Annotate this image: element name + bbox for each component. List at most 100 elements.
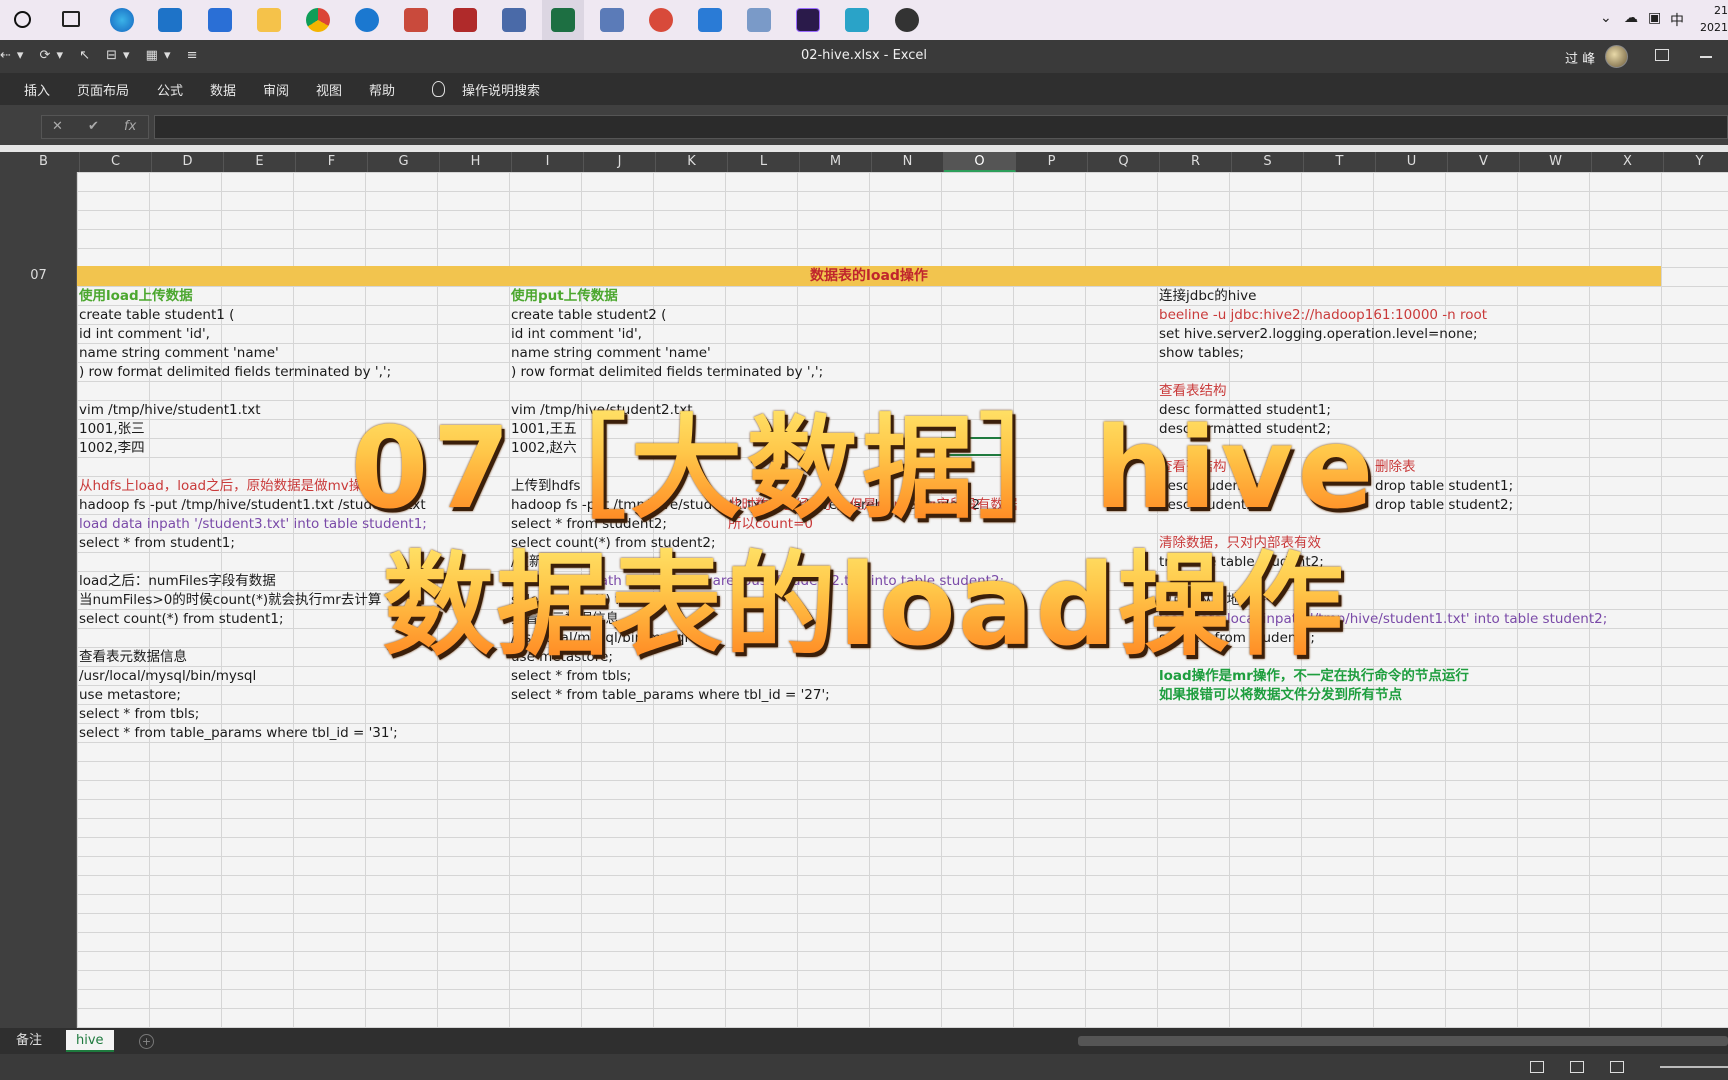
network-icon[interactable]: ▣ [1648, 10, 1661, 26]
column-header-f[interactable]: F [296, 152, 368, 172]
column-header-v[interactable]: V [1448, 152, 1520, 172]
column-header-o[interactable]: O [944, 152, 1016, 172]
column-header-h[interactable]: H [440, 152, 512, 172]
cell-text[interactable]: 连接jdbc的hive [1159, 287, 1256, 306]
column-header-p[interactable]: P [1016, 152, 1088, 172]
app-icon[interactable] [453, 8, 477, 32]
cell-text[interactable]: select * from table_params where tbl_id … [511, 686, 830, 705]
row-number[interactable]: 07 [0, 268, 77, 283]
cell-text[interactable]: name string comment 'name' [511, 344, 711, 363]
premiere-icon[interactable] [796, 8, 820, 32]
user-name[interactable]: 过 峰 [1565, 48, 1595, 67]
column-header-t[interactable]: T [1304, 152, 1376, 172]
cell-text[interactable]: select * from tbls; [79, 705, 199, 724]
page-layout-view-icon[interactable] [1570, 1061, 1584, 1073]
column-header-c[interactable]: C [80, 152, 152, 172]
column-header-m[interactable]: M [800, 152, 872, 172]
cell-text[interactable]: 使用put上传数据 [511, 287, 618, 306]
column-header-e[interactable]: E [224, 152, 296, 172]
app-icon[interactable] [698, 8, 722, 32]
chevron-up-icon[interactable]: ⌄ [1600, 10, 1612, 26]
teamviewer-icon[interactable] [355, 8, 379, 32]
clock-date: 2021 [1700, 21, 1728, 34]
horizontal-scrollbar[interactable] [1078, 1036, 1728, 1046]
insert-function-icon[interactable]: fx [124, 119, 136, 134]
ribbon-display-options-icon[interactable] [1655, 49, 1669, 61]
avatar[interactable] [1605, 45, 1628, 68]
tab-view[interactable]: 视图 [316, 80, 342, 99]
column-header-n[interactable]: N [872, 152, 944, 172]
column-header-r[interactable]: R [1160, 152, 1232, 172]
app-icon[interactable] [649, 8, 673, 32]
column-header-j[interactable]: J [584, 152, 656, 172]
cell-text[interactable]: beeline -u jdbc:hive2://hadoop161:10000 … [1159, 306, 1487, 325]
ime-indicator[interactable]: 中 [1670, 10, 1684, 30]
clock-time: 21 [1714, 4, 1728, 17]
status-bar [0, 1054, 1728, 1080]
file-explorer-icon[interactable] [257, 8, 281, 32]
start-icon[interactable] [14, 11, 31, 28]
cloud-icon[interactable]: ☁ [1624, 10, 1638, 26]
column-header-b[interactable]: B [8, 152, 80, 172]
app-icon[interactable] [502, 8, 526, 32]
excel-icon[interactable] [551, 8, 575, 32]
column-header-u[interactable]: U [1376, 152, 1448, 172]
add-sheet-icon[interactable]: + [139, 1034, 154, 1049]
column-header-i[interactable]: I [512, 152, 584, 172]
formula-buttons: ✕ ✔ fx [41, 115, 149, 139]
column-header-d[interactable]: D [152, 152, 224, 172]
cell-text[interactable]: name string comment 'name' [79, 344, 279, 363]
mail-icon[interactable] [158, 8, 182, 32]
sheet-tab-notes[interactable]: 备注 [6, 1030, 52, 1052]
cell-text[interactable]: set hive.server2.logging.operation.level… [1159, 325, 1478, 344]
app-icon[interactable] [845, 8, 869, 32]
cell-text[interactable]: 使用load上传数据 [79, 287, 193, 306]
tab-formulas[interactable]: 公式 [157, 80, 183, 99]
obs-icon[interactable] [895, 8, 919, 32]
sheet-tabs-bar: 备注 hive + [0, 1028, 1728, 1054]
normal-view-icon[interactable] [1530, 1061, 1544, 1073]
excel-window: ⌄ ☁ ▣ 中 21 2021 ⇠▾ ⟳▾ ↖ ⊟▾ ▦▾ ≡ 02-hive.… [0, 0, 1728, 1080]
section-banner[interactable]: 数据表的load操作 [77, 266, 1661, 286]
tab-help[interactable]: 帮助 [369, 80, 395, 99]
column-header-q[interactable]: Q [1088, 152, 1160, 172]
tab-page-layout[interactable]: 页面布局 [77, 80, 129, 99]
tab-review[interactable]: 审阅 [263, 80, 289, 99]
cancel-icon[interactable]: ✕ [52, 119, 63, 134]
cell-text[interactable]: select * from table_params where tbl_id … [79, 724, 398, 743]
cell-text[interactable]: id int comment 'id', [511, 325, 642, 344]
column-header-s[interactable]: S [1232, 152, 1304, 172]
tab-insert[interactable]: 插入 [24, 80, 50, 99]
column-header-w[interactable]: W [1520, 152, 1592, 172]
zoom-slider[interactable] [1660, 1066, 1728, 1068]
clock[interactable]: 21 2021 [1694, 2, 1728, 36]
store-icon[interactable] [208, 8, 232, 32]
cell-text[interactable]: create table student1 ( [79, 306, 234, 325]
column-header-k[interactable]: K [656, 152, 728, 172]
column-header-y[interactable]: Y [1664, 152, 1728, 172]
formula-input[interactable] [154, 115, 1728, 139]
column-header: BCDEFGHIJKLMNOPQRSTUVWXY [0, 152, 1728, 172]
app-icon[interactable] [747, 8, 771, 32]
cell-text[interactable]: 如果报错可以将数据文件分发到所有节点 [1159, 686, 1402, 705]
page-break-view-icon[interactable] [1610, 1061, 1624, 1073]
column-header-x[interactable]: X [1592, 152, 1664, 172]
cell-text[interactable]: use metastore; [79, 686, 181, 705]
enter-icon[interactable]: ✔ [88, 119, 99, 134]
lightbulb-icon[interactable] [432, 81, 445, 97]
tell-me-search[interactable]: 操作说明搜索 [462, 80, 540, 99]
sheet-tab-hive[interactable]: hive [66, 1030, 114, 1052]
chrome-icon[interactable] [306, 8, 330, 32]
cell-text[interactable]: create table student2 ( [511, 306, 666, 325]
task-view-icon[interactable] [62, 11, 80, 27]
minimize-icon[interactable] [1700, 56, 1712, 58]
app-icon[interactable] [600, 8, 624, 32]
column-header-l[interactable]: L [728, 152, 800, 172]
tab-data[interactable]: 数据 [210, 80, 236, 99]
edge-icon[interactable] [110, 8, 134, 32]
app-icon[interactable] [404, 8, 428, 32]
column-header-g[interactable]: G [368, 152, 440, 172]
cell-text[interactable]: show tables; [1159, 344, 1244, 363]
formula-bar: ✕ ✔ fx [0, 105, 1728, 145]
cell-text[interactable]: id int comment 'id', [79, 325, 210, 344]
